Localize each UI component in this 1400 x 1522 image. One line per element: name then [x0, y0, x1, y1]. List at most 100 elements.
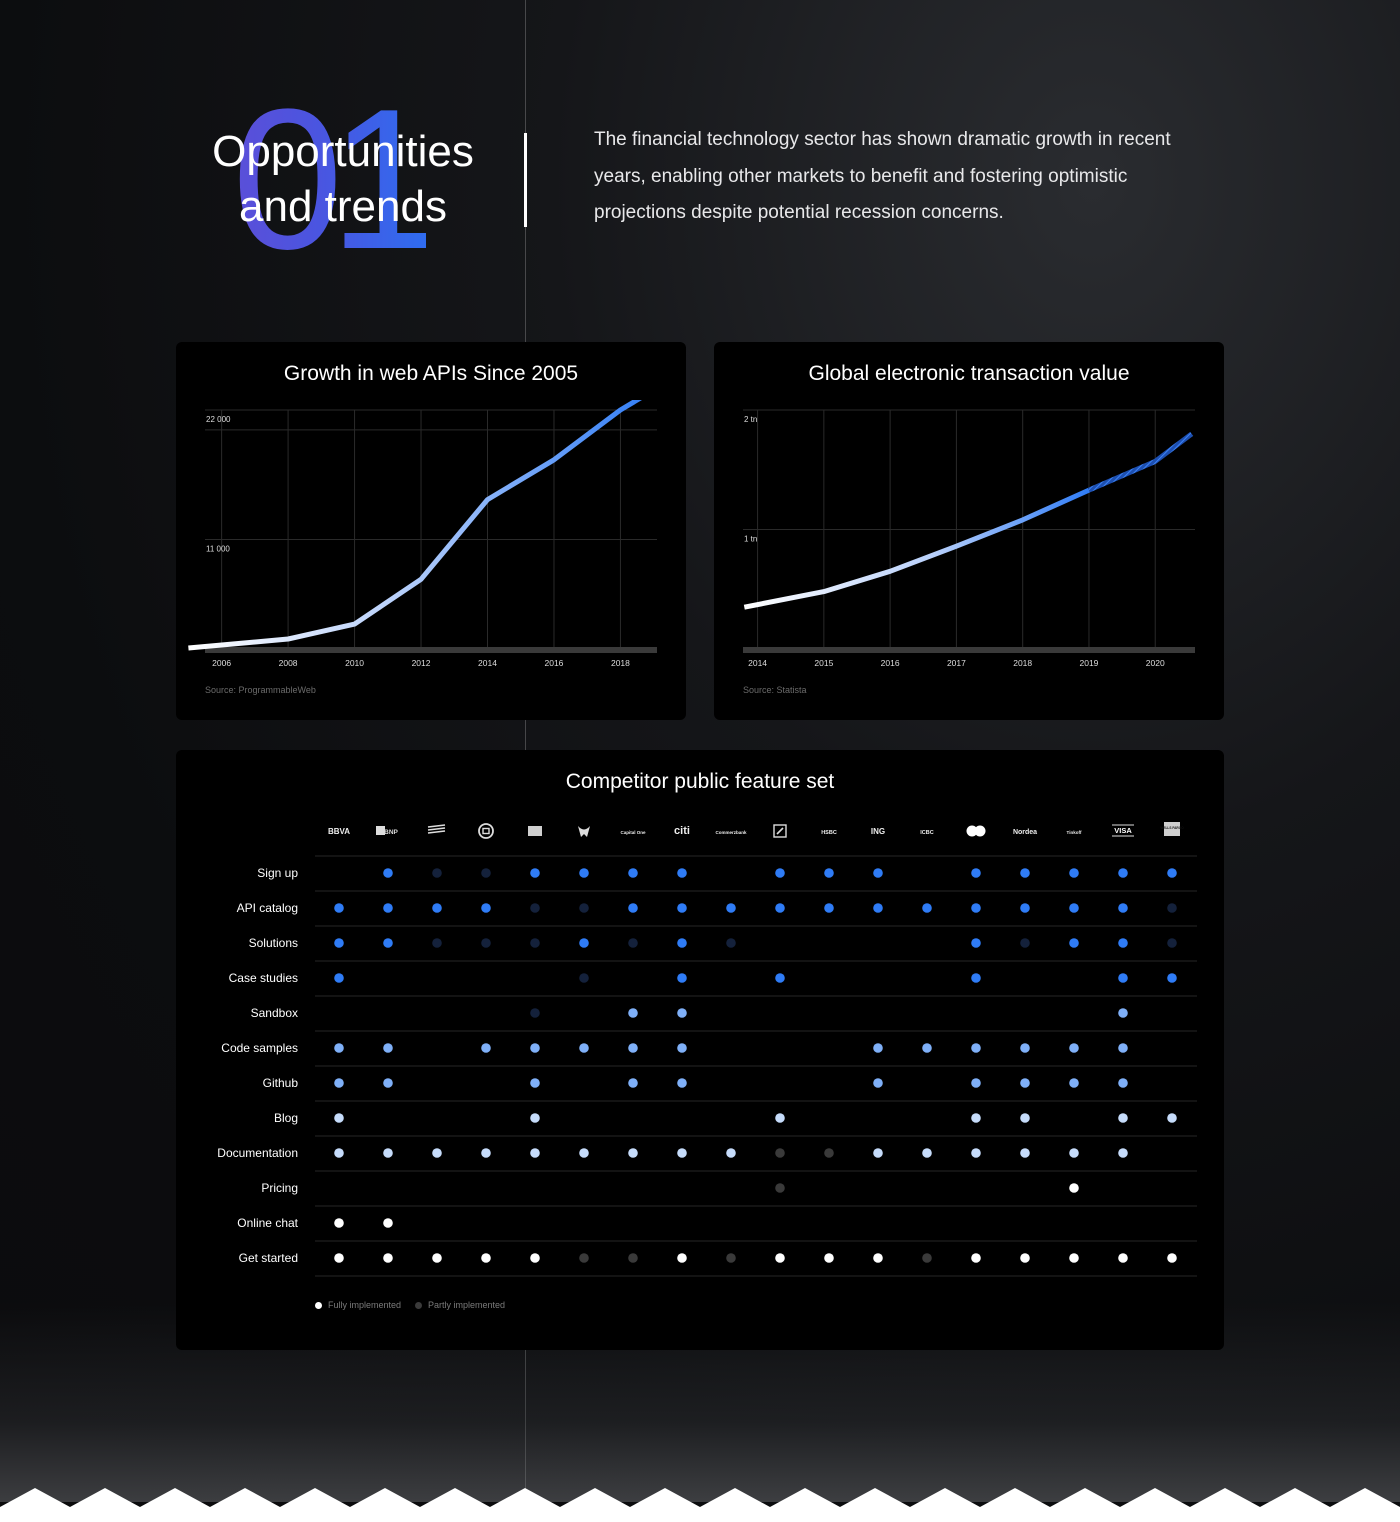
hero-divider	[524, 133, 527, 227]
feature-dot-full	[726, 1148, 736, 1158]
feature-matrix-card: Competitor public feature set Sign up API…	[176, 750, 1224, 1350]
feature-dot-partial	[628, 1253, 638, 1263]
section-description: The financial technology sector has show…	[594, 129, 1171, 223]
feature-dot-full	[971, 1148, 981, 1158]
feature-dot-full	[530, 1078, 540, 1088]
axis-baseline	[205, 647, 657, 653]
feature-dot-full	[775, 1253, 785, 1263]
feature-dot-full	[1118, 1008, 1128, 1018]
feature-dot-full	[1069, 1253, 1079, 1263]
feature-dot-partial	[824, 1148, 834, 1158]
feature-dot-full	[530, 1253, 540, 1263]
feature-dot-full	[677, 1253, 687, 1263]
y-tick-label: 11 000	[206, 544, 230, 553]
feature-dot-full	[1020, 1043, 1030, 1053]
feature-dot-full	[1020, 868, 1030, 878]
logo-bank-of-china	[478, 823, 494, 839]
feature-dot-full	[481, 1253, 491, 1263]
logo-tinkoff: Tinkoff	[1067, 830, 1082, 835]
logo-bbva: BBVA	[328, 827, 350, 836]
feature-dot-full	[334, 1043, 344, 1053]
feature-dot-full	[922, 1043, 932, 1053]
legend-partial-dot	[415, 1301, 422, 1309]
logo-stripe	[427, 824, 446, 828]
feature-dot-full	[824, 1253, 834, 1263]
logo-slash	[776, 827, 784, 835]
feature-dot-full	[334, 903, 344, 913]
logo-text: WELLS FARGO	[1160, 826, 1184, 830]
feature-dot-full	[530, 1148, 540, 1158]
section-title-line2: and trends	[239, 182, 447, 231]
logo-text: citi	[674, 825, 690, 837]
y-tick-label: 2 tn	[744, 415, 757, 424]
feature-dot-full	[971, 1113, 981, 1123]
transactions-chart: 2 tn 1 tn 2014 2015 2016 2017 2018 2019 2020	[743, 409, 1195, 668]
feature-dot-full	[628, 903, 638, 913]
logo-text: Tinkoff	[1067, 830, 1082, 835]
chart-card-transactions: Global electronic transaction value 2 tn…	[714, 342, 1224, 720]
feature-dot-full	[1118, 1253, 1128, 1263]
chart-source: Source: Statista	[743, 685, 807, 695]
feature-dot-full	[1118, 868, 1128, 878]
logo-commerzbank: Commerzbank	[715, 830, 747, 835]
feature-dot-partial	[432, 938, 442, 948]
x-tick-label: 2020	[1146, 658, 1165, 668]
feature-dot-full	[677, 1008, 687, 1018]
feature-dot-full	[677, 938, 687, 948]
logo-hsbc: HSBC	[821, 830, 837, 836]
x-tick-label: 2016	[881, 658, 900, 668]
feature-dot-full	[677, 1043, 687, 1053]
feature-dot-full	[383, 938, 393, 948]
feature-dot-full	[383, 1148, 393, 1158]
feature-dot-partial	[579, 903, 589, 913]
feature-dot-full	[922, 1148, 932, 1158]
feature-dot-full	[873, 1078, 883, 1088]
x-tick-label: 2016	[545, 658, 564, 668]
feature-dot-full	[1069, 1078, 1079, 1088]
feature-dot-full	[383, 868, 393, 878]
logo-text: BNP	[384, 829, 398, 836]
feature-dot-full	[971, 1043, 981, 1053]
feature-dot-partial	[775, 1183, 785, 1193]
chart-title: Growth in web APIs Since 2005	[283, 362, 579, 385]
logo-citi: citi	[674, 825, 690, 837]
logo-bnp: BNP	[376, 826, 399, 836]
feature-dot-full	[579, 1148, 589, 1158]
feature-dot-full	[775, 903, 785, 913]
feature-dot-partial	[530, 903, 540, 913]
feature-dot-full	[971, 973, 981, 983]
feature-dot-partial	[432, 868, 442, 878]
feature-dot-full	[334, 1218, 344, 1228]
feature-dot-full	[1118, 973, 1128, 983]
feature-dot-full	[1069, 903, 1079, 913]
logo-eagle	[578, 826, 590, 837]
feature-dot-full	[481, 903, 491, 913]
feature-dot-full	[530, 1043, 540, 1053]
feature-dot-partial	[726, 938, 736, 948]
feature-dot-full	[1118, 903, 1128, 913]
section-title: Opportunities and trends	[190, 124, 496, 234]
feature-dot-full	[677, 973, 687, 983]
feature-dot-partial	[481, 938, 491, 948]
feature-dot-full	[922, 903, 932, 913]
feature-dot-full	[971, 903, 981, 913]
feature-dot-full	[1118, 1078, 1128, 1088]
feature-dot-partial	[579, 1253, 589, 1263]
feature-dot-full	[1118, 1043, 1128, 1053]
web-apis-chart: 22 000 11 000 2006 2008 2010 2012 2014 2016 2018	[188, 400, 657, 668]
section-title-line1: Opportunities	[212, 127, 474, 176]
legend-full: Fully implemented	[315, 1300, 401, 1310]
feature-dot-full	[726, 903, 736, 913]
feature-dot-full	[481, 1148, 491, 1158]
logo-bank-of-america	[427, 824, 446, 834]
feature-dot-full	[677, 1078, 687, 1088]
feature-dot-full	[1069, 1183, 1079, 1193]
logo-text: HSBC	[821, 830, 837, 836]
x-tick-label: 2015	[814, 658, 833, 668]
logo-text: VISA	[1114, 826, 1132, 835]
feature-dot-full	[383, 903, 393, 913]
x-tick-label: 2018	[611, 658, 630, 668]
logo-barclays	[578, 826, 590, 837]
feature-dot-partial	[530, 938, 540, 948]
series-line-projection	[1088, 431, 1194, 493]
